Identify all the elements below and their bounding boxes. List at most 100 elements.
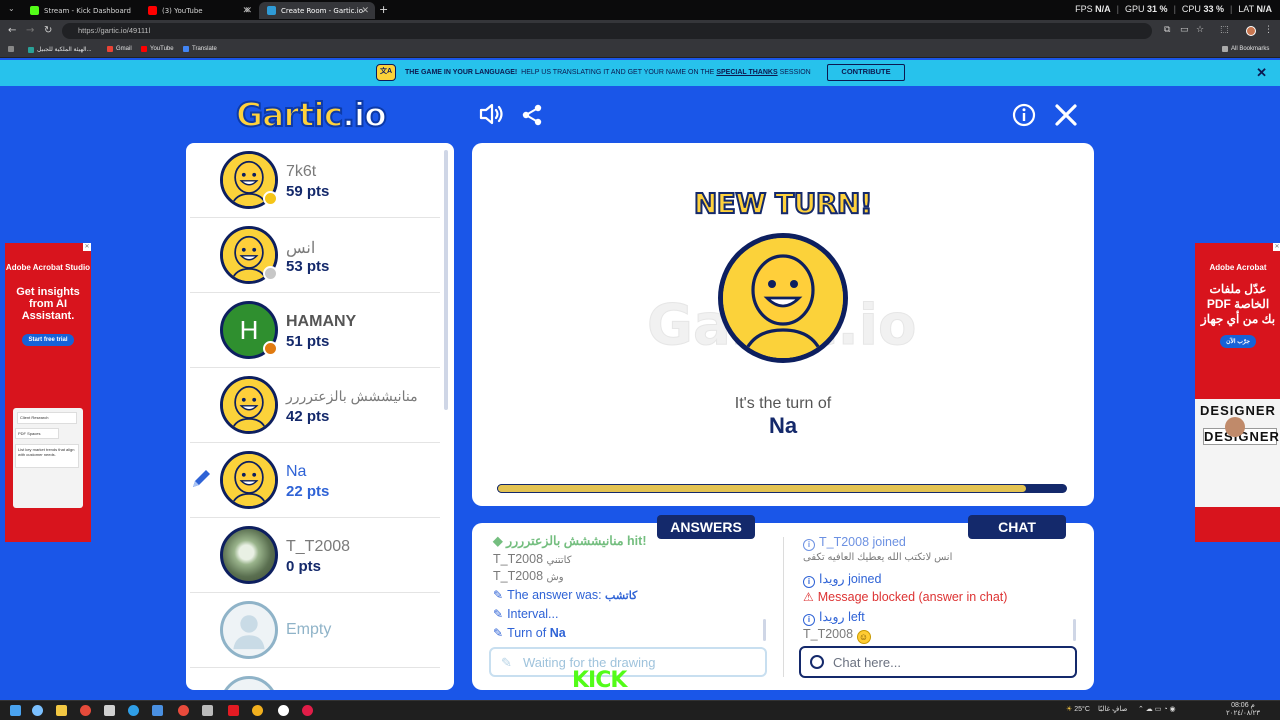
banner-suffix: SESSION xyxy=(779,69,811,76)
obs-icon[interactable] xyxy=(302,705,313,716)
player-list-scrollbar[interactable] xyxy=(444,150,448,410)
tab-close-icon[interactable]: ✕ xyxy=(361,6,369,16)
ad-close-icon[interactable]: ✕ xyxy=(83,243,91,251)
back-arrow-icon[interactable]: ← xyxy=(8,25,16,36)
site-icon xyxy=(28,46,34,53)
left-ad-banner[interactable]: ✕ Adobe Acrobat Studio Get insights from… xyxy=(5,243,91,542)
banner-close-icon[interactable]: ✕ xyxy=(1256,65,1267,81)
person-photo xyxy=(1225,417,1245,437)
cpu-value: 33 % xyxy=(1203,4,1224,14)
weather-widget[interactable]: ☀ 25°C xyxy=(1066,705,1090,713)
turn-announcement: Gartic.io NEW TURN! It's the turn of Na xyxy=(472,143,1094,506)
info-icon[interactable] xyxy=(1012,103,1036,133)
tab-close-icon[interactable]: ✕ xyxy=(242,6,250,16)
close-game-icon[interactable] xyxy=(1054,103,1078,133)
answer-word: كاتشب xyxy=(605,590,638,602)
app-icon[interactable] xyxy=(228,705,239,716)
bookmark-item[interactable]: الهيئة الملكية للجبيل... xyxy=(28,46,92,53)
chat-input[interactable]: Chat here... xyxy=(799,646,1077,678)
reload-icon[interactable]: ↻ xyxy=(44,25,52,36)
ad-close-icon[interactable]: ✕ xyxy=(1273,243,1280,251)
translate-icon[interactable]: ⧉ xyxy=(1164,25,1170,35)
answer-line: ✎ Turn of Na xyxy=(493,626,566,640)
player-points: 0 pts xyxy=(286,558,322,575)
player-row[interactable]: H HAMANY 51 pts xyxy=(190,293,440,368)
lat-label: LAT xyxy=(1238,4,1254,14)
chat-text: Message blocked (answer in chat) xyxy=(817,590,1008,604)
bookmark-label: Translate xyxy=(192,46,217,52)
menu-dots-icon[interactable]: ⋮ xyxy=(1264,25,1273,35)
player-row[interactable]: انس 53 pts xyxy=(190,218,440,293)
bookmark-youtube[interactable]: YouTube xyxy=(141,46,174,52)
app-icon[interactable] xyxy=(252,705,263,716)
app-icon[interactable] xyxy=(104,705,115,716)
edge-icon[interactable] xyxy=(128,705,139,716)
answer-input[interactable]: ✎ Waiting for the drawing xyxy=(489,647,767,677)
profile-avatar[interactable] xyxy=(1246,26,1256,36)
sound-icon[interactable] xyxy=(478,102,504,132)
special-thanks-link[interactable]: SPECIAL THANKS xyxy=(716,69,777,76)
forward-arrow-icon[interactable]: → xyxy=(26,25,34,36)
player-row-current[interactable]: Na 22 pts xyxy=(190,443,440,518)
app-icon[interactable] xyxy=(202,705,213,716)
all-bookmarks[interactable]: All Bookmarks xyxy=(1222,46,1269,52)
pencil-icon: ✎ xyxy=(493,607,504,621)
player-row-empty xyxy=(190,668,440,690)
ad-card: Client Research xyxy=(17,412,77,424)
chat-tab[interactable]: CHAT xyxy=(968,515,1066,539)
tab-search-button[interactable]: ⌄ xyxy=(8,4,15,13)
browser-tab-bar: ⌄ Stream - Kick Dashboard ✕ (3) YouTube … xyxy=(0,0,1280,20)
clock[interactable]: 08:06 م ٢٠٢٤/٠٨/٢٣ xyxy=(1226,702,1260,718)
ad-brand: Adobe Acrobat Studio xyxy=(5,263,91,272)
ad-cta-button[interactable]: جرّب الآن xyxy=(1220,335,1256,348)
copilot-icon[interactable] xyxy=(32,705,43,716)
kick-logo-text: KICK xyxy=(572,668,627,693)
bookmark-star-icon[interactable]: ☆ xyxy=(1196,25,1204,35)
ad-cta-button[interactable]: Start free trial xyxy=(22,334,74,346)
contribute-button[interactable]: CONTRIBUTE xyxy=(827,64,905,81)
apps-grid-icon[interactable] xyxy=(8,46,14,52)
file-explorer-icon[interactable] xyxy=(56,705,67,716)
answer-text: كاتتني xyxy=(546,555,572,566)
bookmark-translate[interactable]: Translate xyxy=(183,46,217,52)
tab-youtube[interactable]: (3) YouTube ✕ xyxy=(140,2,256,19)
answer-author: T_T2008 xyxy=(493,569,544,583)
bookmark-gmail[interactable]: Gmail xyxy=(107,46,132,52)
chat-divider xyxy=(783,537,784,677)
app-icon[interactable] xyxy=(152,705,163,716)
answer-text: Turn of xyxy=(507,626,547,640)
ad-brand: Adobe Acrobat xyxy=(1209,263,1267,272)
ad-headline: عدّل ملفات PDF الخاصة بك من أي جهاز xyxy=(1200,282,1276,326)
player-status-badge xyxy=(263,191,278,206)
turn-timer-fill xyxy=(497,484,1028,493)
extensions-icon[interactable]: ⬚ xyxy=(1220,25,1229,35)
player-name: منانيششش بالزعترررر xyxy=(286,388,418,404)
chat-bubble-icon xyxy=(810,655,824,669)
player-row[interactable]: 7k6t 59 pts xyxy=(190,143,440,218)
player-row[interactable]: T_T2008 0 pts xyxy=(190,518,440,593)
chrome-active-icon[interactable] xyxy=(178,705,189,716)
chat-text: رويدا left xyxy=(819,610,865,624)
chat-line: انس لاتكتب الله يعطيك العافيه تكفى xyxy=(803,552,952,563)
ad-card: PDF Spaces xyxy=(15,428,59,439)
answers-scrollbar[interactable] xyxy=(763,619,766,641)
cast-icon[interactable]: ▭ xyxy=(1180,25,1189,35)
chat-scrollbar[interactable] xyxy=(1073,619,1076,641)
player-name: Empty xyxy=(286,621,332,638)
chrome-icon[interactable] xyxy=(80,705,91,716)
url-input[interactable]: https://gartic.io/49111l xyxy=(62,23,1152,39)
ok-icon: ◆ xyxy=(493,534,503,548)
start-icon[interactable] xyxy=(10,705,21,716)
answer-line: ✎ Interval... xyxy=(493,607,558,621)
player-name: 7k6t xyxy=(286,163,317,180)
new-tab-icon[interactable]: + xyxy=(379,3,388,16)
right-ad-banner[interactable]: ✕ Adobe Acrobat عدّل ملفات PDF الخاصة بك… xyxy=(1195,243,1280,542)
gartic-logo: Gartic.io xyxy=(235,94,388,135)
share-icon[interactable] xyxy=(520,103,544,133)
answers-tab[interactable]: ANSWERS xyxy=(657,515,755,539)
tab-gartic[interactable]: Create Room - Gartic.io ✕ xyxy=(259,2,375,19)
answer-line: ✎ The answer was: كاتشب xyxy=(493,588,637,602)
tray-icons[interactable]: ⌃ ☁ ▭ ◔ ◉ xyxy=(1138,705,1176,713)
clock-app-icon[interactable] xyxy=(278,705,289,716)
player-row[interactable]: منانيششش بالزعترررر 42 pts xyxy=(190,368,440,443)
